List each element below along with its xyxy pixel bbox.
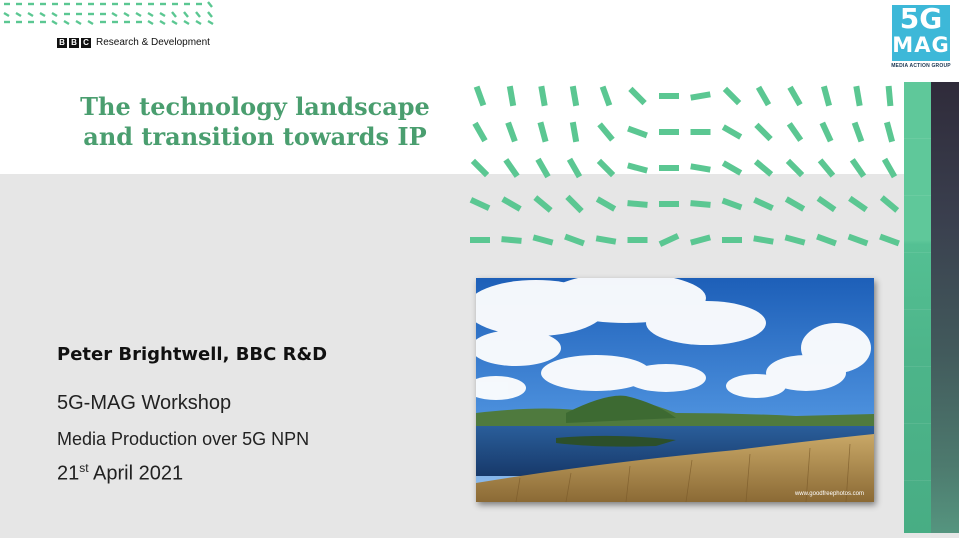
decorative-dash (753, 197, 774, 211)
decorative-dash (569, 121, 580, 143)
decorative-dash (885, 85, 894, 107)
decorative-dash (627, 200, 648, 208)
decorative-dash (690, 91, 711, 101)
decorative-dash (753, 159, 774, 177)
decorative-dash (849, 158, 867, 178)
decorative-dash-field (469, 85, 900, 247)
decorative-dash (503, 158, 520, 178)
bbc-letter: B (69, 38, 79, 48)
decorative-dash (595, 196, 617, 212)
decorative-dash (564, 233, 585, 247)
decorative-dash (785, 158, 805, 178)
decorative-dash (847, 233, 869, 247)
event-name: 5G-MAG Workshop (57, 392, 232, 414)
date-rest: April 2021 (88, 462, 184, 485)
decorative-dash (753, 235, 774, 245)
decorative-dash (848, 195, 868, 213)
decorative-dash (755, 85, 772, 107)
logo-line-2: MAG (892, 33, 950, 57)
decorative-dash (879, 195, 900, 213)
decorative-dash (819, 121, 834, 143)
decorative-dash (784, 196, 806, 212)
decorative-dash (690, 163, 711, 173)
decorative-dash (627, 125, 648, 139)
decorative-dash (879, 233, 900, 247)
decorative-dash (470, 158, 490, 178)
slide-title-line-2: and transition towards IP (83, 122, 427, 151)
decorative-dash-strip (3, 1, 214, 26)
org-label: Research & Development (96, 37, 210, 48)
decorative-dash (721, 160, 743, 176)
decorative-dash (596, 158, 616, 178)
side-accent-bar (904, 82, 931, 538)
decorative-dash (658, 233, 680, 247)
decorative-dash (721, 124, 743, 140)
decorative-dash (690, 200, 711, 208)
decorative-dash (595, 235, 617, 245)
decorative-dash (569, 85, 580, 107)
5g-mag-logo: 5G MAG MEDIA ACTION GROUP (889, 3, 953, 75)
landscape-photo: www.goodfreephotos.com (476, 278, 874, 502)
decorative-dash (784, 234, 806, 246)
logo-line-1: 5G (899, 2, 943, 35)
decorative-dash (721, 197, 743, 211)
date-day: 21 (57, 462, 80, 485)
decorative-dash (881, 157, 898, 179)
decorative-dash (817, 158, 836, 178)
decorative-dash (538, 85, 548, 107)
decorative-dash (851, 121, 865, 143)
decorative-dash (754, 122, 773, 142)
decorative-dash (853, 85, 863, 107)
decorative-dash (565, 194, 584, 214)
decorative-dash (505, 121, 518, 143)
decorative-dash (501, 236, 522, 244)
decorative-dash (787, 85, 803, 107)
decorative-dash (537, 121, 549, 143)
decorative-dash (690, 234, 711, 246)
decorative-dash (533, 195, 553, 213)
decorative-dash (816, 195, 837, 213)
bbc-letter: C (81, 38, 91, 48)
bbc-logo: B B C (57, 38, 91, 48)
photo-watermark: www.goodfreephotos.com (794, 491, 864, 497)
decorative-dash (786, 122, 804, 142)
decorative-dash (627, 162, 648, 174)
decorative-dash (535, 157, 551, 179)
decorative-dash (469, 197, 491, 211)
decorative-dash (821, 85, 832, 107)
event-subtitle: Media Production over 5G NPN (57, 429, 310, 449)
5g-mag-logo-mark: 5G MAG (892, 5, 950, 61)
side-dark-bar (931, 82, 959, 533)
bbc-letter: B (57, 38, 67, 48)
logo-tagline: MEDIA ACTION GROUP (891, 63, 951, 69)
decorative-dash (816, 233, 837, 247)
decorative-dash (566, 157, 583, 179)
decorative-dash (884, 121, 895, 143)
slide-title-line-1: The technology landscape (80, 92, 430, 121)
decorative-dash (501, 196, 522, 212)
decorative-dash (472, 121, 488, 143)
decorative-dash (597, 122, 615, 142)
decorative-dash (532, 234, 554, 246)
decorative-dash (628, 86, 647, 106)
event-date: 21st April 2021 (57, 461, 183, 486)
presenter-name: Peter Brightwell, BBC R&D (57, 344, 328, 365)
decorative-dash (473, 85, 487, 107)
decorative-dash (599, 85, 613, 107)
decorative-dash (506, 85, 517, 107)
decorative-dash (722, 86, 742, 106)
slide-title: The technology landscape and transition … (70, 92, 440, 152)
date-suffix: st (79, 461, 89, 475)
